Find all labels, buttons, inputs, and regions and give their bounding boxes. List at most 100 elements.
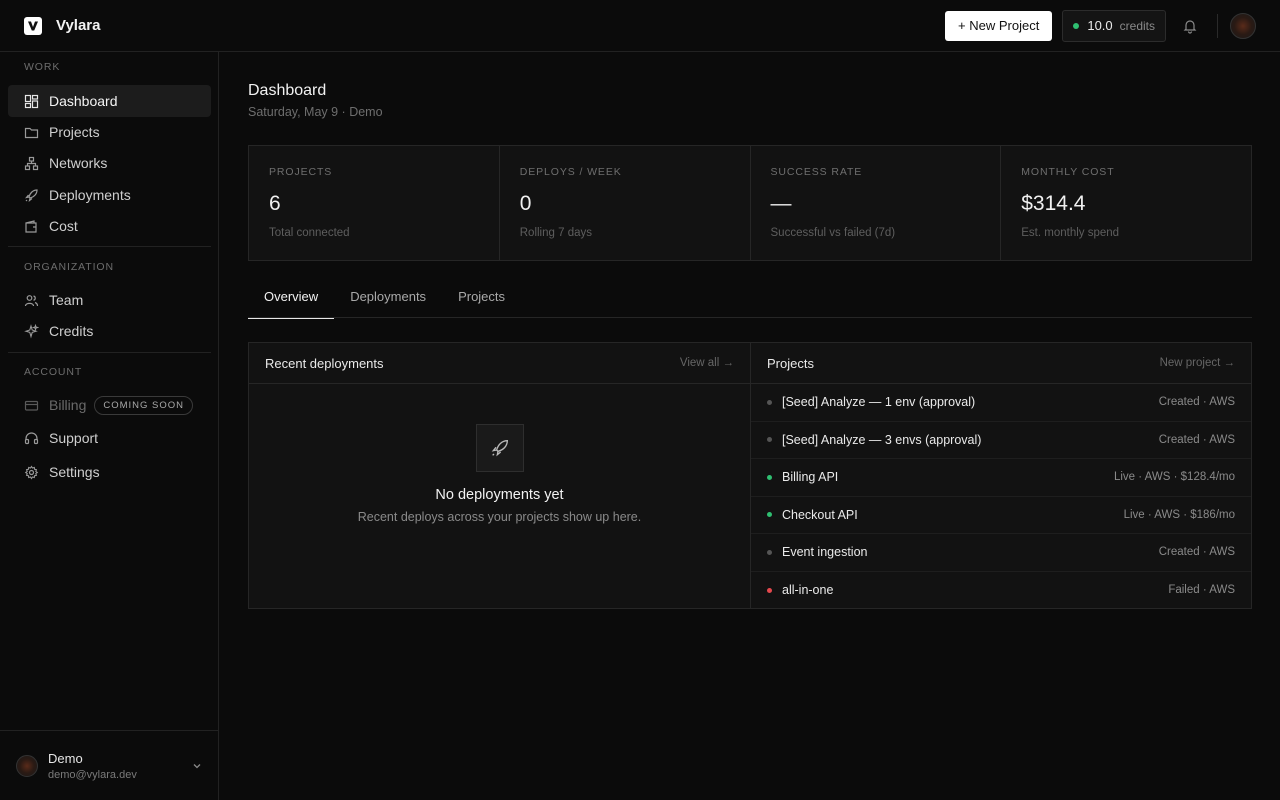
sparkle-icon [24,323,39,338]
sidebar-item-settings[interactable]: Settings [8,456,211,488]
section-label-account: ACCOUNT [24,366,83,378]
tab-overview[interactable]: Overview [248,289,335,319]
stat-card-monthly-cost: MONTHLY COST $314.4 Est. monthly spend [1001,146,1251,260]
project-meta: Created · AWS [1158,546,1235,559]
avatar [16,754,38,777]
project-name: Billing API [782,470,839,485]
page-title: Dashboard [248,82,327,99]
stat-card-projects: PROJECTS 6 Total connected [249,146,500,260]
logo-icon[interactable] [24,16,42,35]
project-row[interactable]: Checkout API Live · AWS · $186/mo [751,497,1251,534]
sidebar-item-label: Dashboard [49,93,118,109]
project-meta: Created · AWS [1158,433,1235,446]
bell-icon[interactable] [1182,18,1198,34]
rocket-icon [25,188,38,202]
credits-pill[interactable]: 10.0 credits [1062,9,1166,42]
project-row[interactable]: all-in-one Failed · AWS [751,572,1251,610]
recent-deployments-panel: Recent deployments View all → No deploym… [248,342,751,609]
header-divider [1217,13,1218,38]
project-row[interactable]: [Seed] Analyze — 3 envs (approval) Creat… [751,422,1251,459]
sidebar-item-label: Team [49,292,84,308]
sidebar-item-dashboard[interactable]: Dashboard [8,85,211,117]
status-dot [767,549,772,555]
sidebar-item-label: Billing [49,397,87,413]
dashboard-icon [24,94,39,108]
team-icon [24,294,39,306]
panel-title: Recent deployments [265,355,384,371]
empty-subtitle: Recent deploys across your projects show… [357,510,642,524]
stat-label: PROJECTS [269,166,333,178]
tab-projects[interactable]: Projects [442,289,521,318]
app-name: Vylara [56,17,101,34]
wallet-icon [25,219,37,233]
stat-subtext: Total connected [269,227,350,239]
sidebar-item-deployments[interactable]: Deployments [8,179,211,211]
project-meta: Live · AWS · $128.4/mo [1113,471,1235,484]
status-dot [767,512,772,518]
tab-deployments[interactable]: Deployments [334,289,442,318]
new-project-button[interactable]: + New Project [945,10,1053,41]
tab-bar: Overview Deployments Projects [248,289,1252,319]
top-bar: Vylara + New Project 10.0 credits [0,0,1280,52]
page-subtitle: Saturday, May 9 · Demo [248,105,383,119]
project-row[interactable]: Billing API Live · AWS · $128.4/mo [751,459,1251,497]
status-dot [767,399,772,405]
sidebar-item-label: Cost [49,218,78,234]
stat-label: MONTHLY COST [1021,166,1115,178]
sidebar-item-label: Deployments [49,187,131,203]
network-icon [24,156,39,170]
user-menu[interactable]: Demo demo@vylara.dev [0,730,219,800]
project-name: Event ingestion [782,545,868,560]
user-email: demo@vylara.dev [48,768,137,781]
sidebar-divider [8,352,211,353]
project-meta: Live · AWS · $186/mo [1123,508,1235,521]
main-content: Dashboard Saturday, May 9 · Demo PROJECT… [220,52,1280,800]
sidebar-item-label: Networks [49,155,108,171]
status-dot [767,587,772,593]
credits-value: 10.0 [1087,18,1113,33]
user-name: Demo [48,750,83,766]
project-row[interactable]: [Seed] Analyze — 1 env (approval) Create… [751,384,1251,422]
status-dot [767,474,772,480]
headset-icon [24,431,39,444]
sidebar: WORK Dashboard Projects Networks Deploym… [0,52,219,800]
project-meta: Created · AWS [1158,396,1235,409]
gear-icon [24,465,39,479]
stat-subtext: Successful vs failed (7d) [770,227,896,239]
project-meta: Failed · AWS [1168,584,1235,597]
empty-state: No deployments yet Recent deploys across… [249,384,750,524]
sidebar-item-billing: Billing COMING SOON [8,389,211,421]
project-list: [Seed] Analyze — 1 env (approval) Create… [751,384,1251,609]
empty-title: No deployments yet [435,487,564,503]
avatar[interactable] [1230,12,1256,39]
stat-value: 6 [269,192,281,215]
chevron-down-icon[interactable] [191,760,203,772]
new-project-link[interactable]: New project → [1160,357,1235,369]
stat-value: — [770,192,792,215]
rocket-icon [475,424,524,472]
stat-card-success-rate: SUCCESS RATE — Successful vs failed (7d) [751,146,1002,260]
section-label-work: WORK [24,61,61,73]
panel-title: Projects [767,355,814,371]
stat-subtext: Est. monthly spend [1021,227,1120,239]
sidebar-item-team[interactable]: Team [8,284,211,316]
project-row[interactable]: Event ingestion Created · AWS [751,534,1251,572]
sidebar-item-label: Support [49,430,99,446]
folder-icon [24,127,39,138]
credits-label: credits [1119,18,1155,33]
sidebar-item-credits[interactable]: Credits [8,315,211,347]
sidebar-item-label: Settings [49,464,100,480]
sidebar-divider [8,246,211,247]
stat-card-deploys: DEPLOYS / WEEK 0 Rolling 7 days [500,146,751,260]
stats-row: PROJECTS 6 Total connected DEPLOYS / WEE… [248,145,1252,261]
stat-value: 0 [519,192,532,215]
stat-subtext: Rolling 7 days [519,227,592,239]
project-name: [Seed] Analyze — 1 env (approval) [782,395,976,410]
view-all-link[interactable]: View all → [680,357,734,369]
sidebar-item-cost[interactable]: Cost [8,210,211,242]
sidebar-item-support[interactable]: Support [8,422,211,454]
sidebar-item-networks[interactable]: Networks [8,147,211,179]
sidebar-item-projects[interactable]: Projects [8,116,211,148]
credit-card-icon [24,400,39,411]
section-label-organization: ORGANIZATION [24,261,114,273]
